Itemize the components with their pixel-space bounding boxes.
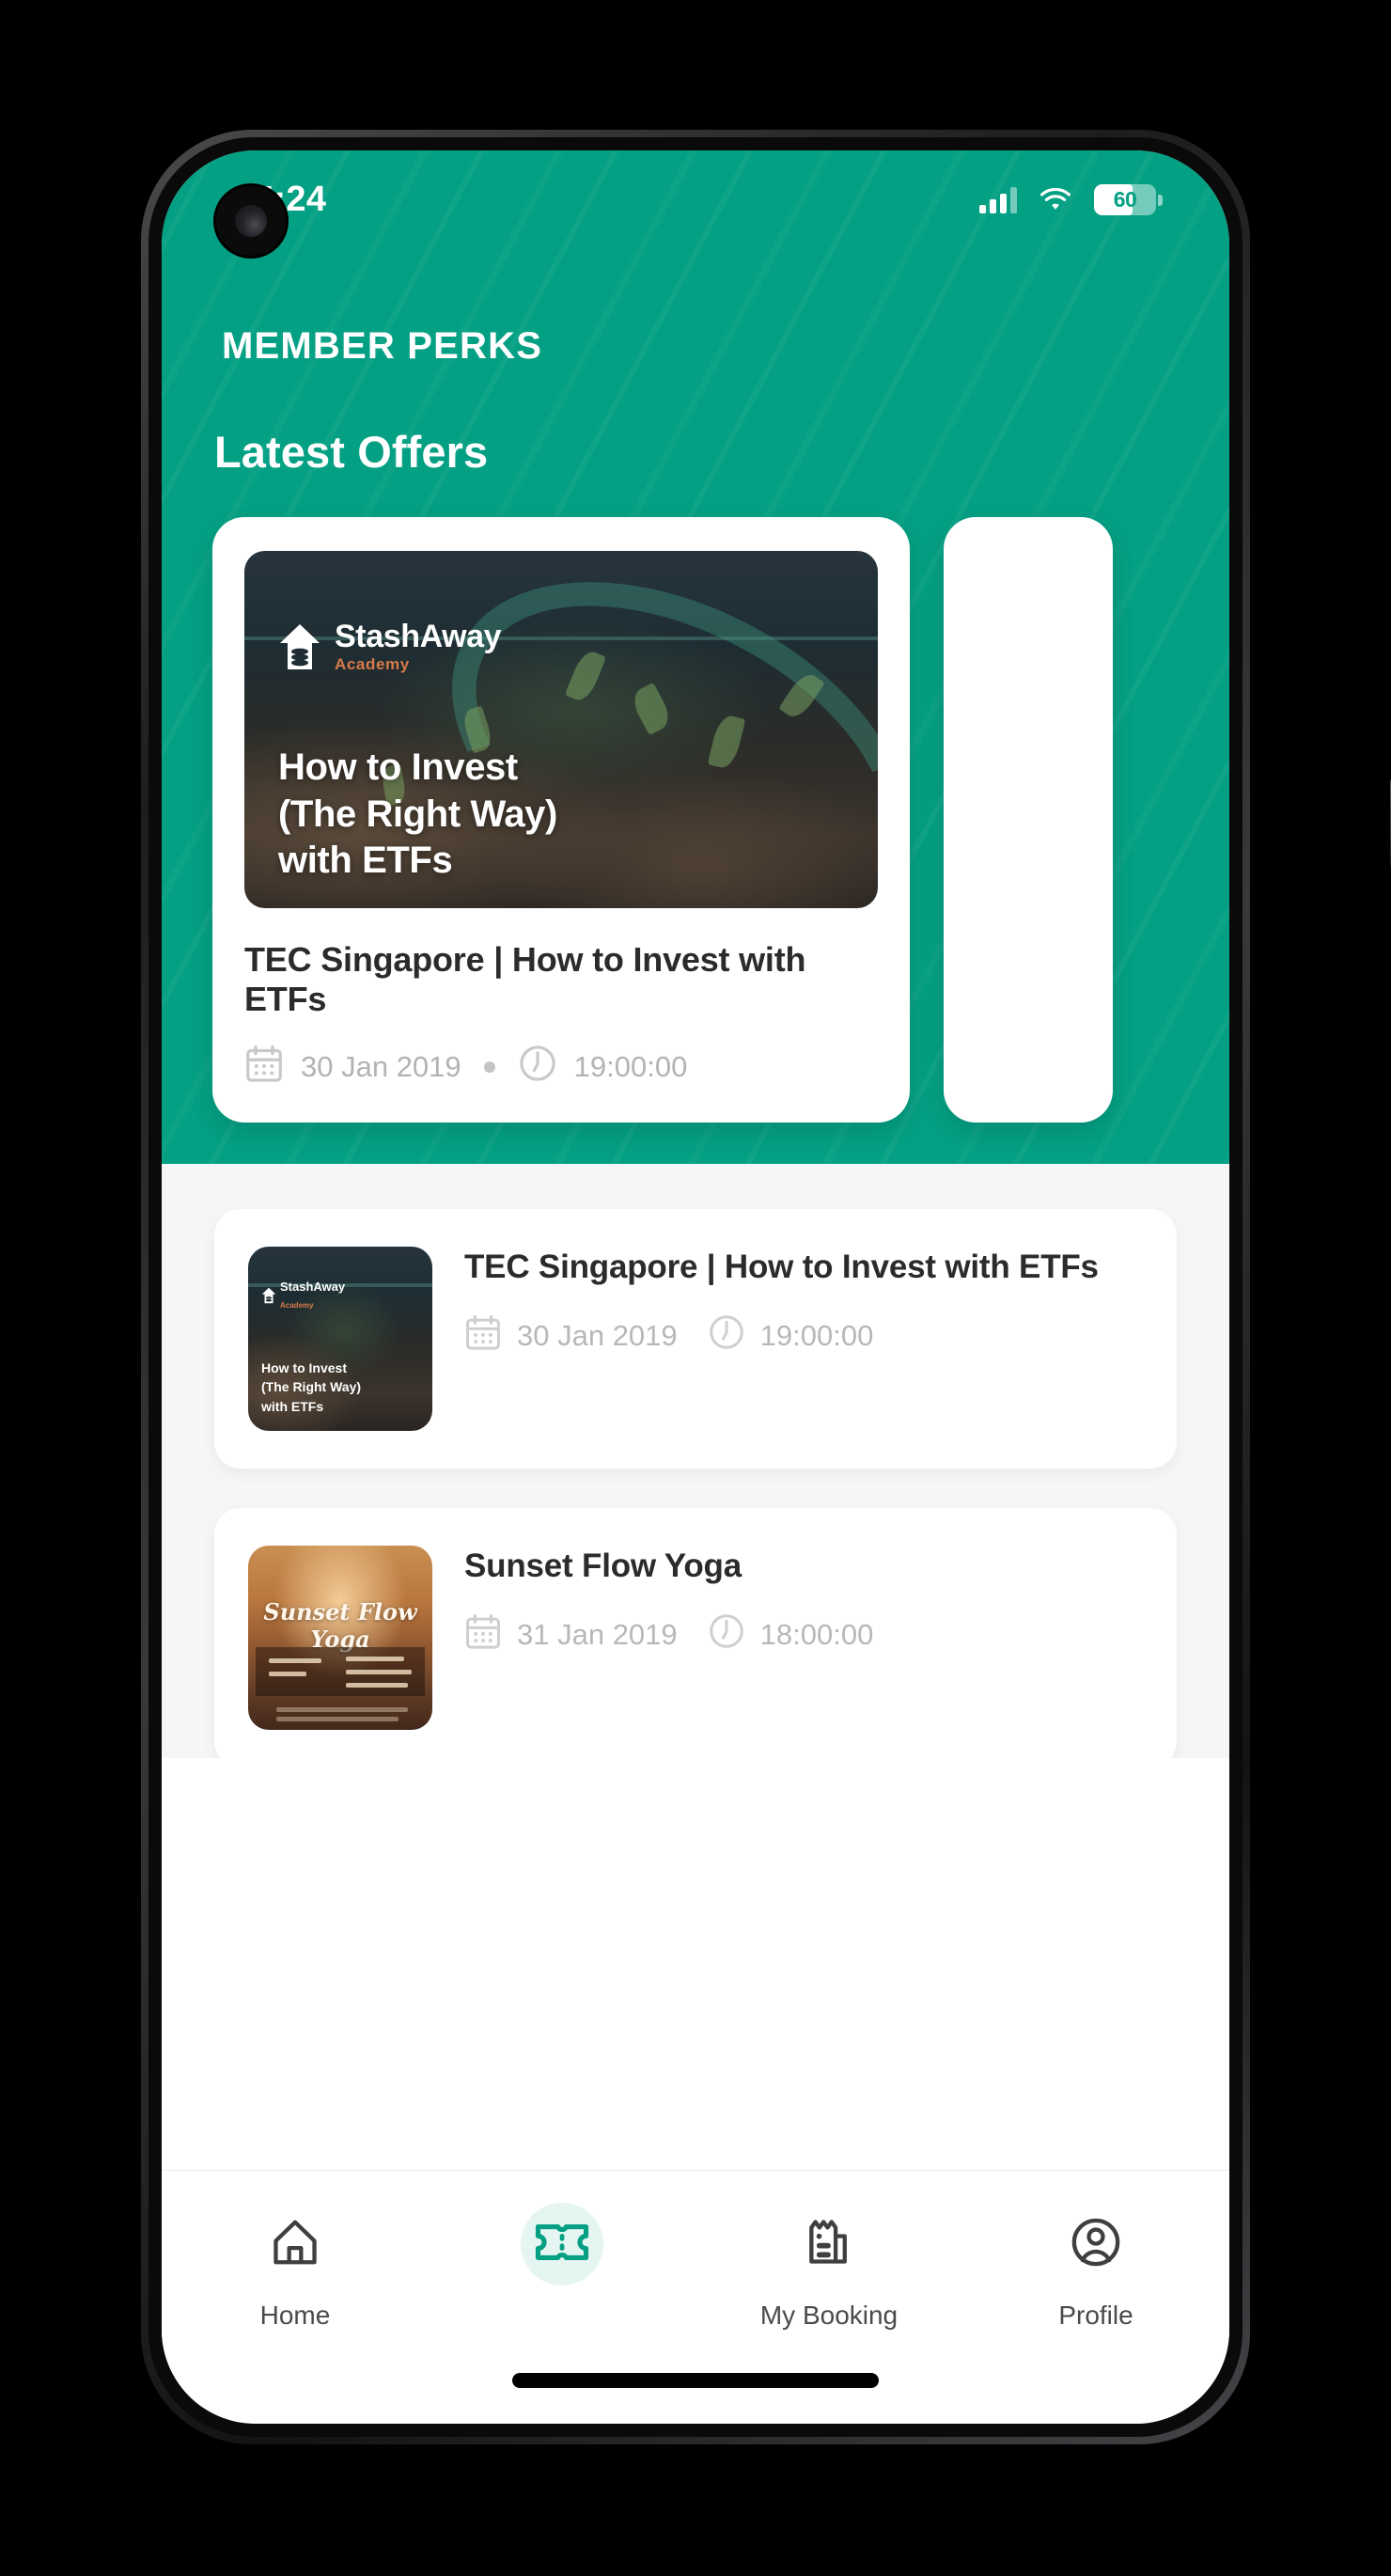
list-item-date: 31 Jan 2019: [517, 1617, 678, 1651]
thumbnail-line-3: with ETFs: [261, 1398, 324, 1414]
battery-icon: 60: [1094, 183, 1163, 215]
list-item[interactable]: StashAway Academy How to Invest (The Rig…: [214, 1209, 1177, 1469]
featured-offer-image: StashAway Academy How to Invest (The Rig…: [244, 551, 878, 908]
list-item-thumbnail: StashAway Academy How to Invest (The Rig…: [248, 1247, 432, 1431]
tab-my-booking[interactable]: My Booking: [696, 2203, 962, 2331]
list-item[interactable]: Sunset Flow Yoga Sunset Flow Yoga 31 Jan…: [214, 1508, 1177, 1758]
featured-offer-meta: 30 Jan 2019 19:00:00: [244, 1044, 878, 1091]
list-item-thumbnail: Sunset Flow Yoga: [248, 1546, 432, 1730]
tab-home[interactable]: Home: [162, 2203, 429, 2331]
receipt-icon: [803, 2216, 855, 2273]
stashaway-academy-logo: StashAway Academy: [278, 619, 502, 673]
hero-section: 5:24 60 MEMBER PERKS Latest Offers Stash…: [162, 150, 1229, 1164]
thumbnail-line-2: (The Right Way): [261, 1379, 362, 1395]
calendar-icon: [244, 1044, 284, 1091]
screenshot-stage: 5:24 60 MEMBER PERKS Latest Offers Stash…: [0, 0, 1391, 2576]
thumbnail-headline: How to Invest (The Right Way) with ETFs: [261, 1359, 361, 1416]
thumbnail-brand: StashAway Academy: [261, 1279, 345, 1312]
list-item-title: TEC Singapore | How to Invest with ETFs: [464, 1249, 1099, 1285]
section-title-latest-offers: Latest Offers: [214, 427, 489, 477]
headline-line-1: How to Invest: [278, 746, 518, 789]
next-offer-card-peek[interactable]: [944, 517, 1113, 1123]
house-coins-icon: [278, 622, 321, 671]
headline-line-3: with ETFs: [278, 839, 453, 881]
featured-offer-title: TEC Singapore | How to Invest with ETFs: [244, 940, 806, 1018]
featured-offer-date: 30 Jan 2019: [301, 1050, 461, 1083]
home-icon: [269, 2216, 321, 2273]
list-item-time: 19:00:00: [759, 1318, 874, 1352]
wifi-icon: [1038, 185, 1073, 213]
clock-icon: [708, 1313, 745, 1359]
calendar-icon: [464, 1313, 502, 1359]
thumbnail-brand-name: StashAway: [280, 1280, 346, 1294]
list-item-title: Sunset Flow Yoga: [464, 1547, 742, 1584]
thumbnail-brand-sub: Academy: [280, 1301, 314, 1310]
signal-bars-icon: [979, 185, 1017, 213]
meta-separator-dot: [483, 1061, 495, 1073]
brand-name: StashAway: [335, 619, 502, 654]
offers-carousel[interactable]: StashAway Academy How to Invest (The Rig…: [162, 478, 1229, 1123]
phone-bezel: 5:24 60 MEMBER PERKS Latest Offers Stash…: [148, 137, 1243, 2437]
list-item-date: 30 Jan 2019: [517, 1318, 678, 1352]
home-indicator[interactable]: [512, 2373, 879, 2388]
status-bar: 5:24 60: [162, 150, 1229, 248]
featured-image-headline: How to Invest (The Right Way) with ETFs: [278, 745, 557, 884]
list-item-meta: 30 Jan 2019 19:00:00: [464, 1313, 1143, 1359]
headline-line-2: (The Right Way): [278, 793, 557, 835]
ticket-icon: [533, 2220, 591, 2270]
phone-screen: 5:24 60 MEMBER PERKS Latest Offers Stash…: [162, 150, 1229, 2424]
brand-subtitle: Academy: [335, 655, 410, 673]
tab-home-label: Home: [259, 2301, 331, 2330]
clock-icon: [708, 1612, 745, 1657]
phone-frame: 5:24 60 MEMBER PERKS Latest Offers Stash…: [141, 130, 1391, 2444]
tab-profile[interactable]: Profile: [962, 2203, 1229, 2331]
user-circle-icon: [1070, 2216, 1122, 2273]
battery-level: 60: [1113, 186, 1137, 212]
tab-profile-label: Profile: [1058, 2301, 1133, 2330]
status-icons: 60: [979, 183, 1163, 215]
offer-list: StashAway Academy How to Invest (The Rig…: [162, 1164, 1229, 1758]
list-item-time: 18:00:00: [759, 1617, 874, 1651]
list-item-meta: 31 Jan 2019 18:00:00: [464, 1612, 1143, 1657]
front-camera-punch-hole: [216, 186, 286, 256]
calendar-icon: [464, 1612, 502, 1657]
thumbnail-line-1: How to Invest: [261, 1360, 348, 1376]
tab-my-booking-label: My Booking: [759, 2301, 899, 2330]
tab-perks[interactable]: [429, 2203, 696, 2301]
page-title: MEMBER PERKS: [222, 325, 543, 367]
featured-offer-card[interactable]: StashAway Academy How to Invest (The Rig…: [212, 517, 910, 1123]
thumbnail-script-title: Sunset Flow Yoga: [263, 1598, 417, 1653]
featured-offer-time: 19:00:00: [573, 1050, 688, 1083]
clock-icon: [518, 1044, 557, 1091]
